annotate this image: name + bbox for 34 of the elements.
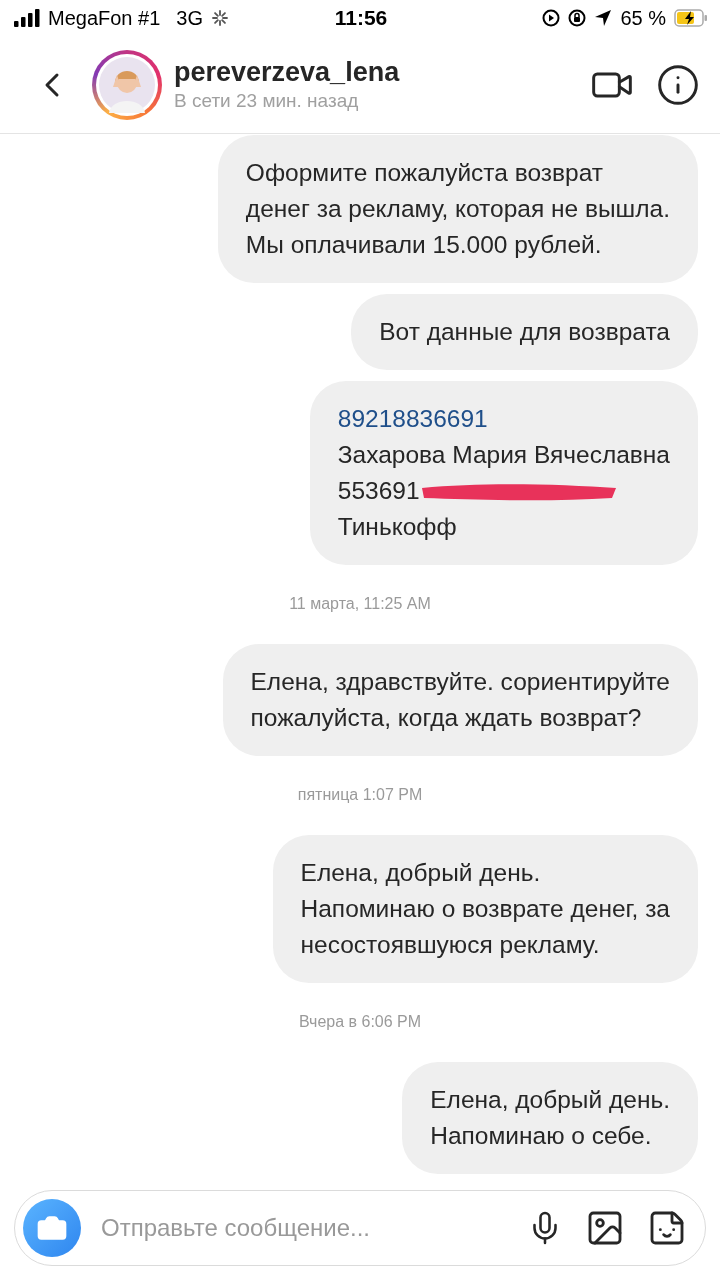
signal-icon [14,9,40,27]
timestamp: 11 марта, 11:25 AM [289,595,431,613]
info-button[interactable] [656,62,700,107]
battery-icon [674,9,708,27]
phone-link[interactable]: 89218836691 [337,401,670,437]
message-input[interactable]: Отправьте сообщение... [99,1213,505,1243]
battery-percent: 65 % [620,6,666,30]
message-text: Напоминаю о себе. [430,1121,653,1151]
online-status: В сети 23 мин. назад [174,90,360,112]
message-text: несостоявшуюся рекламу. [300,930,601,960]
message-text: Елена, здравствуйте. сориентируйте [250,667,670,697]
message-text: Напоминаю о возврате денег, за [300,894,670,924]
rotation-lock-icon [568,9,587,27]
message-text: Оформите пожалуйста возврат [245,158,604,188]
message-text: 553691 [337,476,420,506]
location-arrow-icon [594,9,613,27]
message-text: Вот данные для возврата [379,317,670,347]
message-text: Мы оплачивали 15.000 рублей. [245,230,603,260]
info-icon [656,62,700,107]
network-type: 3G [176,6,203,30]
message-text: Елена, добрый день. [300,858,542,888]
carrier-name: MegaFon #1 [48,6,161,30]
message-text: пожалуйста, когда ждать возврат? [250,703,643,733]
message-text: Тинькофф [337,512,458,542]
username: pereverzeva_lena [174,57,401,88]
timestamp: пятница 1:07 PM [297,786,423,804]
clock-time: 11:56 [334,6,388,30]
screen-record-icon [542,9,561,27]
message-text: Захарова Мария Вячеславна [337,440,670,470]
message-text: Елена, добрый день. [430,1085,670,1115]
camera-button[interactable] [23,1199,81,1257]
timestamp: Вчера в 6:06 PM [298,1013,422,1031]
loading-spinner-icon [211,9,229,27]
message-text: денег за рекламу, которая не вышла. [245,194,670,224]
